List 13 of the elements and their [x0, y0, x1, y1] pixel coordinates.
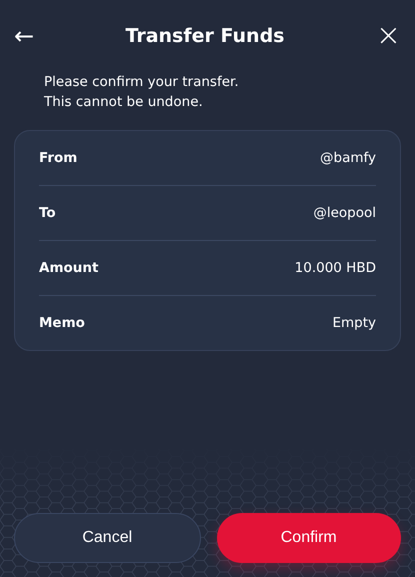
confirm-button[interactable]: Confirm [216, 513, 401, 563]
detail-label: To [39, 205, 56, 221]
detail-label: Amount [39, 260, 98, 276]
detail-value: Empty [332, 315, 376, 331]
detail-label: Memo [39, 315, 85, 331]
detail-value: @bamfy [320, 150, 376, 166]
cancel-button[interactable]: Cancel [14, 513, 200, 563]
message-text: This cannot be undone. [44, 93, 204, 112]
detail-value: 10.000 HBD [294, 260, 376, 276]
detail-label: From [39, 150, 78, 166]
message-text: Please confirm your transfer. [44, 73, 240, 92]
detail-value: @leopool [313, 205, 376, 221]
dialog-title: Transfer Funds [125, 25, 284, 47]
